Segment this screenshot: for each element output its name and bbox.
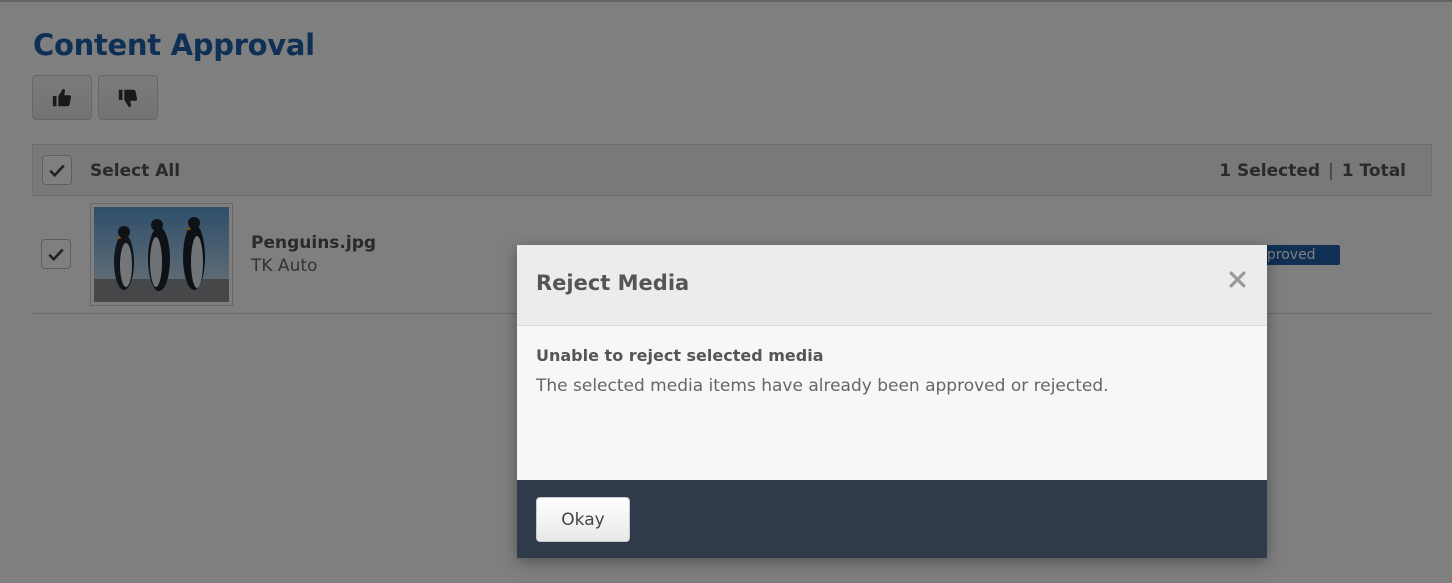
close-x-glyph xyxy=(1229,271,1245,287)
dialog-header: Reject Media xyxy=(517,245,1267,326)
close-icon[interactable] xyxy=(1225,267,1249,291)
reject-media-dialog: Reject Media Unable to reject selected m… xyxy=(517,245,1267,558)
dialog-title: Reject Media xyxy=(536,271,690,295)
error-message: The selected media items have already be… xyxy=(536,376,1109,396)
okay-button[interactable]: Okay xyxy=(536,497,630,542)
dialog-footer: Okay xyxy=(517,480,1267,558)
error-heading: Unable to reject selected media xyxy=(536,346,824,365)
dialog-body: Unable to reject selected media The sele… xyxy=(517,326,1267,480)
